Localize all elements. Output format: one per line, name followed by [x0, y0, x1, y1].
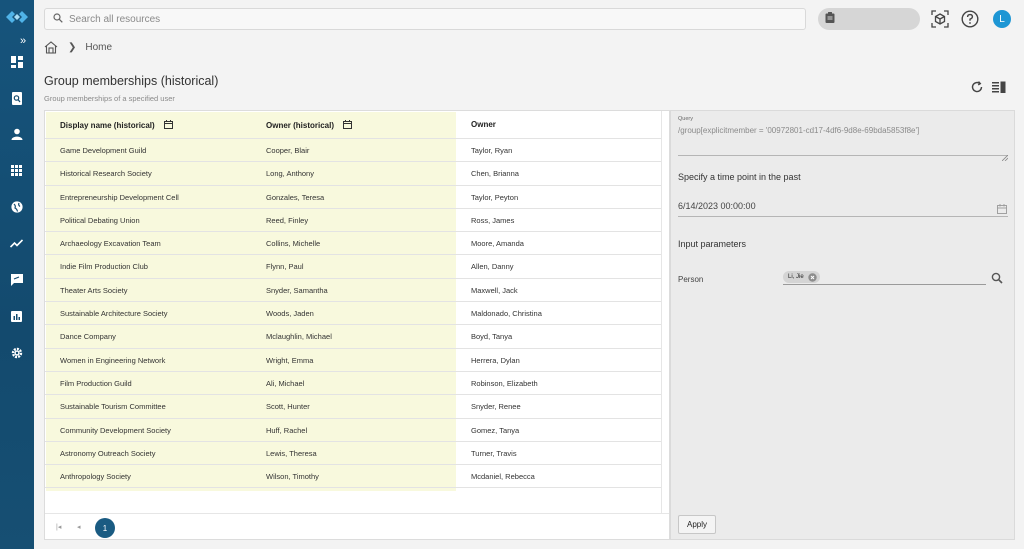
- home-icon[interactable]: [44, 40, 58, 54]
- search-icon: [53, 10, 63, 28]
- table-row[interactable]: Game Development Guild Cooper, Blair Taylo…: [45, 139, 661, 163]
- help-icon[interactable]: [961, 10, 979, 28]
- table-row[interactable]: Film Production Guild Ali, Michael Robinso…: [45, 372, 661, 396]
- table-body: Game Development Guild Cooper, Blair Taylo…: [45, 139, 661, 489]
- table-row[interactable]: Theater Arts Society Snyder, Samantha Maxw…: [45, 279, 661, 303]
- dashboard-icon[interactable]: [9, 54, 24, 69]
- query-label: Query: [678, 116, 693, 122]
- person-field-underline: [783, 284, 986, 285]
- table-row[interactable]: Women in Engineering Network Wright, Emma…: [45, 349, 661, 372]
- time-point-underline: [678, 216, 1008, 217]
- settings-gear-icon[interactable]: [9, 345, 24, 360]
- table-row[interactable]: Political Debating Union Reed, Finley Ross…: [45, 209, 661, 233]
- feedback-icon[interactable]: [9, 272, 24, 287]
- top-bar: L: [34, 0, 1024, 36]
- apply-button[interactable]: Apply: [678, 515, 716, 534]
- globe-icon[interactable]: [9, 199, 24, 214]
- clipboard-pill[interactable]: [818, 8, 920, 30]
- table-row[interactable]: Astronomy Outreach Society Lewis, Theresa…: [45, 442, 661, 466]
- apps-grid-icon[interactable]: [9, 163, 24, 178]
- table-row[interactable]: Entrepreneurship Development Cell Gonzale…: [45, 186, 661, 209]
- table-row[interactable]: Sustainable Tourism Committee Scott, Hunt…: [45, 395, 661, 419]
- column-header-owner-historical[interactable]: Owner (historical): [266, 120, 353, 131]
- time-point-input[interactable]: 6/14/2023 00:00:00: [678, 201, 756, 211]
- search-input[interactable]: [69, 13, 769, 25]
- expand-sidebar-icon[interactable]: »: [20, 36, 26, 47]
- query-underline: [678, 155, 1008, 156]
- remove-chip-icon[interactable]: [807, 272, 817, 282]
- logo[interactable]: [3, 6, 31, 28]
- clipboard-icon: [825, 10, 835, 28]
- reports-icon[interactable]: [9, 309, 24, 324]
- search-document-icon[interactable]: [9, 91, 24, 106]
- refresh-icon[interactable]: [971, 80, 983, 94]
- results-table: Display name (historical) Owner (histori…: [44, 110, 670, 540]
- table-row[interactable]: Historical Research Society Long, Anthony…: [45, 162, 661, 186]
- person-chip-label: Li, Jie: [788, 274, 804, 280]
- breadcrumb-home[interactable]: Home: [85, 42, 112, 53]
- pagination: |◂ ◂ 1: [45, 513, 669, 540]
- person-icon[interactable]: [9, 126, 24, 141]
- table-row[interactable]: Anthropology Society Wilson, Timothy Mcdan…: [45, 465, 661, 489]
- person-chip[interactable]: Li, Jie: [783, 271, 820, 283]
- input-parameters-title: Input parameters: [678, 239, 747, 249]
- first-page-icon[interactable]: |◂: [56, 523, 61, 531]
- table-scrollbar[interactable]: [661, 111, 670, 513]
- table-row[interactable]: Community Development Society Huff, Rache…: [45, 419, 661, 442]
- table-row[interactable]: Sustainable Architecture Society Woods, J…: [45, 302, 661, 326]
- resize-handle-icon[interactable]: [1001, 148, 1009, 162]
- table-header: Display name (historical) Owner (histori…: [45, 111, 661, 139]
- column-header-owner[interactable]: Owner: [471, 120, 496, 129]
- page-subtitle: Group memberships of a specified user: [44, 94, 175, 103]
- table-row[interactable]: Dance Company Mclaughlin, Michael Boyd, Ta…: [45, 325, 661, 349]
- column-header-display-name[interactable]: Display name (historical): [60, 120, 173, 131]
- calendar-icon: [343, 120, 353, 131]
- table-row[interactable]: Indie Film Production Club Flynn, Paul All…: [45, 255, 661, 279]
- breadcrumb: ❯ Home: [44, 40, 112, 54]
- parameters-panel: Query /group[explicitmember = '00972801-…: [670, 110, 1015, 540]
- time-point-title: Specify a time point in the past: [678, 172, 801, 182]
- table-row[interactable]: Archaeology Excavation Team Collins, Mich…: [45, 232, 661, 256]
- person-label: Person: [678, 275, 704, 284]
- calendar-icon: [163, 120, 173, 131]
- user-avatar[interactable]: L: [993, 10, 1011, 28]
- calendar-icon[interactable]: [997, 201, 1007, 214]
- page-number-current[interactable]: 1: [95, 518, 115, 538]
- previous-page-icon[interactable]: ◂: [77, 523, 81, 531]
- query-field[interactable]: /group[explicitmember = '00972801-cd17-4…: [678, 126, 919, 135]
- column-panel-icon[interactable]: [992, 80, 1006, 94]
- chevron-right-icon: ❯: [68, 41, 77, 53]
- page-title: Group memberships (historical): [44, 74, 219, 88]
- sidebar: »: [0, 0, 34, 549]
- trending-icon[interactable]: [9, 236, 24, 251]
- global-search[interactable]: [44, 8, 806, 30]
- person-search-icon[interactable]: [991, 271, 1003, 284]
- scan-object-icon[interactable]: [931, 10, 949, 28]
